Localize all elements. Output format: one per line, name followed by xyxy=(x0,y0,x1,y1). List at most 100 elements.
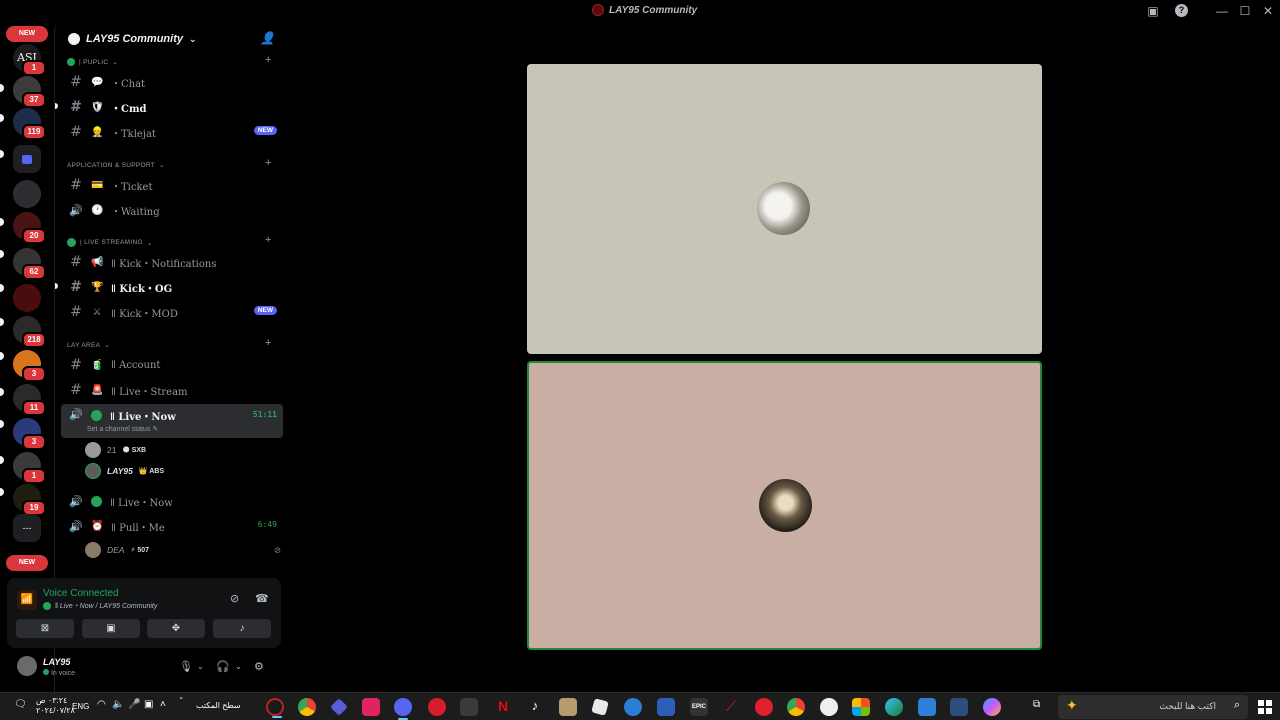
mic-tray-icon[interactable]: 🎤 xyxy=(128,699,140,710)
edge-icon[interactable] xyxy=(885,698,903,716)
clock[interactable]: ٠٣:٢٤ ص ٢٠٢٤/٠٧/٢٨ xyxy=(36,696,75,716)
language-indicator[interactable]: ENG xyxy=(72,702,89,711)
chrome-icon[interactable] xyxy=(298,698,316,716)
task-view-icon[interactable]: ⧉ xyxy=(1033,699,1040,710)
video-tile[interactable] xyxy=(527,64,1042,354)
overwatch-icon[interactable] xyxy=(820,698,838,716)
create-channel-icon[interactable]: + xyxy=(265,157,272,169)
channel-chat[interactable]: # 💬 ・Chat xyxy=(61,70,283,94)
server-icon[interactable]: 1 xyxy=(13,452,46,484)
netflix-icon[interactable]: N xyxy=(494,698,512,716)
folder-icon[interactable] xyxy=(13,145,41,173)
settings-gear-icon[interactable]: ⚙ xyxy=(254,660,264,673)
channel-live-now-active[interactable]: 🔊 ǁ Live・Now 51:11 Set a channel status … xyxy=(61,404,283,438)
server-icon[interactable]: 3 xyxy=(13,350,46,382)
channel-waiting[interactable]: 🔊 🕐 ・Waiting xyxy=(61,198,283,222)
channel-kick-notifications[interactable]: # 📢 ǁ Kick・Notifications xyxy=(61,250,283,274)
camera-button[interactable]: ⊠ xyxy=(16,619,74,638)
new-unreads-bottom-pill[interactable]: NEW xyxy=(6,555,48,571)
server-icon[interactable]: 19 xyxy=(13,484,46,516)
help-icon[interactable]: ? xyxy=(1175,4,1188,17)
create-channel-icon[interactable]: + xyxy=(265,337,272,349)
server-icon[interactable] xyxy=(13,284,41,312)
opera-icon[interactable] xyxy=(755,698,773,716)
tiktok-icon[interactable]: ♪ xyxy=(526,698,544,716)
create-channel-icon[interactable]: + xyxy=(265,54,272,66)
channel-tklejat[interactable]: # 👷 ・Tklejat NEW xyxy=(61,120,283,144)
app-icon-7[interactable] xyxy=(460,698,478,716)
tray-app-icon[interactable]: ▣ xyxy=(144,699,153,710)
notification-icon[interactable]: 🗨 xyxy=(14,699,27,710)
soundboard-button[interactable]: ♪ xyxy=(213,619,271,638)
maximize-button[interactable]: ☐ xyxy=(1237,3,1253,19)
invite-people-icon[interactable]: 👤 xyxy=(260,31,275,45)
chevron-down-icon[interactable]: ⌄ xyxy=(197,662,204,671)
category-application-support[interactable]: APPLICATION & SUPPORT ⌄ + xyxy=(67,157,271,169)
app-icon-4[interactable] xyxy=(362,698,380,716)
category-live-streaming[interactable]: | LIVE STREAMING ⌄ + xyxy=(67,234,271,247)
server-icon[interactable]: 62 xyxy=(13,248,46,280)
noise-suppression-icon[interactable]: ⊘ xyxy=(230,592,239,605)
inbox-icon[interactable]: ▣ xyxy=(1145,3,1161,19)
wifi-icon[interactable]: ◠ xyxy=(97,699,106,710)
chevron-down-icon[interactable]: ⌄ xyxy=(235,662,242,671)
chevron-up-icon[interactable]: ˄ xyxy=(160,699,166,710)
channel-live-stream[interactable]: # 🚨 ǁ Live・Stream xyxy=(61,378,283,402)
app-icon-12[interactable] xyxy=(624,698,642,716)
desktop-toolbar[interactable]: سطح المكتب xyxy=(196,701,241,710)
activities-button[interactable]: ✥ xyxy=(147,619,205,638)
microphone-icon[interactable]: 🎙 xyxy=(179,660,193,673)
screen-share-button[interactable]: ▣ xyxy=(82,619,140,638)
voice-user[interactable]: LAY95 👑 ABS xyxy=(85,463,164,479)
more-servers-button[interactable]: --- xyxy=(13,514,41,542)
server-icon[interactable]: 20 xyxy=(13,212,46,244)
channel-cmd[interactable]: # 🛡 ・Cmd xyxy=(55,95,283,119)
close-button[interactable]: ✕ xyxy=(1260,3,1276,19)
disconnect-icon[interactable]: ☎ xyxy=(255,592,269,605)
guild-header[interactable]: LAY95 Community ⌄ 👤 xyxy=(55,22,289,56)
signal-icon[interactable]: 📶 xyxy=(17,590,37,610)
server-icon[interactable]: ASI 1 xyxy=(13,44,46,76)
video-tile-speaking[interactable] xyxy=(527,361,1042,650)
channel-account[interactable]: # 🧃 ǁ Account xyxy=(61,353,283,377)
search-box[interactable]: ✦ اكتب هنا للبحث ⌕ xyxy=(1058,695,1248,719)
server-icon[interactable]: 218 xyxy=(13,316,46,348)
epic-games-icon[interactable]: EPIC xyxy=(690,698,708,716)
server-icon[interactable]: 3 xyxy=(13,418,46,450)
minimize-button[interactable]: — xyxy=(1214,3,1230,19)
server-icon[interactable]: 37 xyxy=(13,76,46,108)
channel-kick-mod[interactable]: # ⚔ ǁ Kick・MOD NEW xyxy=(61,300,283,324)
server-icon[interactable] xyxy=(13,180,41,208)
windows-start-icon[interactable] xyxy=(1258,700,1272,714)
chrome-icon-2[interactable] xyxy=(787,698,805,716)
channel-live-now[interactable]: 🔊 ǁ Live・Now xyxy=(61,489,283,513)
create-channel-icon[interactable]: + xyxy=(265,234,272,246)
app-icon-13[interactable] xyxy=(657,698,675,716)
app-icon-3[interactable] xyxy=(330,698,348,716)
app-icon-15[interactable]: ⟋ xyxy=(722,698,740,716)
app-icon-1[interactable] xyxy=(266,698,284,718)
avatar[interactable] xyxy=(17,656,37,676)
new-unreads-pill[interactable]: NEW xyxy=(6,26,48,42)
channel-kick-og[interactable]: # 🏆 ǁ Kick・OG xyxy=(55,275,283,299)
discord-icon[interactable] xyxy=(394,698,412,720)
channel-status[interactable]: Set a channel status ✎ xyxy=(87,425,158,433)
channel-pull-me[interactable]: 🔊 ⏰ ǁ Pull・Me 6:49 xyxy=(61,514,283,538)
category-public[interactable]: | PUPLIC ⌄ + xyxy=(67,54,271,66)
server-icon[interactable]: 119 xyxy=(13,108,46,140)
app-icon-10[interactable] xyxy=(559,698,577,716)
volume-icon[interactable]: 🔈 xyxy=(112,699,124,710)
headphones-icon[interactable]: 🎧 xyxy=(216,660,230,673)
copilot-icon[interactable] xyxy=(983,698,1001,716)
category-lay-area[interactable]: LAY AREA ⌄ + xyxy=(67,337,271,349)
app-icon-6[interactable] xyxy=(428,698,446,716)
voice-user[interactable]: DEA ⚡ 507 ⊘ xyxy=(85,542,281,558)
store-icon[interactable] xyxy=(852,698,870,716)
mail-icon[interactable] xyxy=(918,698,936,716)
app-icon-22[interactable] xyxy=(950,698,968,716)
server-icon[interactable]: 11 xyxy=(13,384,46,416)
channel-ticket[interactable]: # 💳 ・Ticket xyxy=(61,173,283,197)
voice-channel-link[interactable]: ǁ Live・Now / LAY95 Community xyxy=(43,601,157,611)
voice-user[interactable]: 21 🌑 SXB xyxy=(85,442,146,458)
roblox-icon[interactable] xyxy=(591,698,609,716)
